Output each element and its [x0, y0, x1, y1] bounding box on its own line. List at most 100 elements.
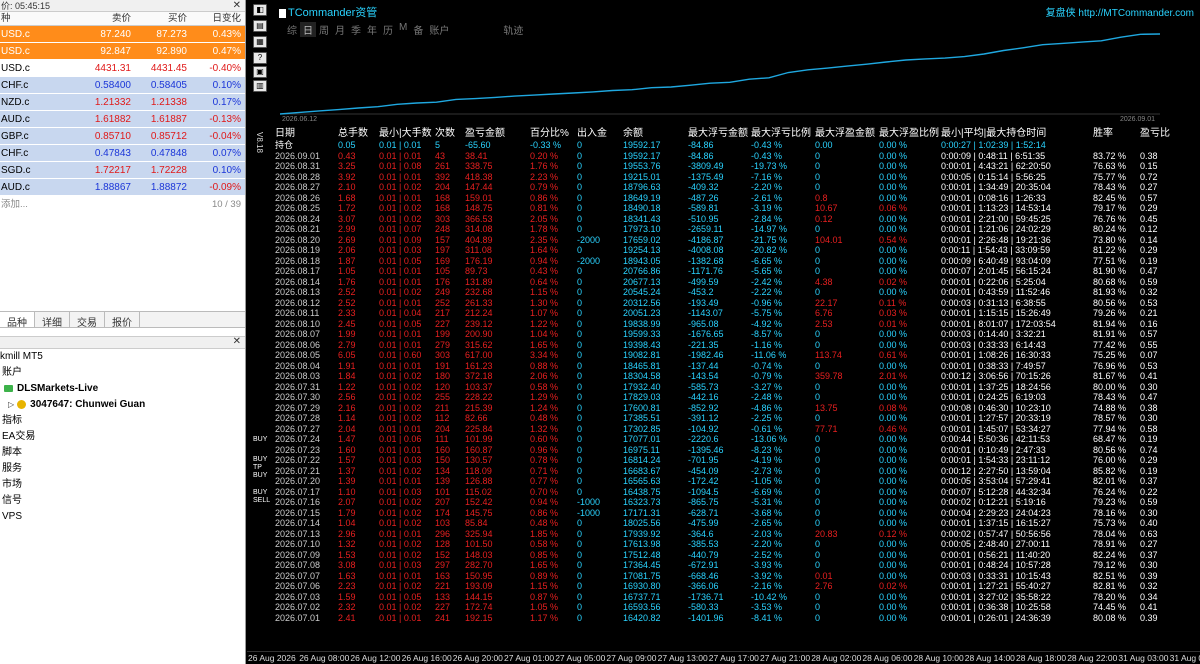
- stats-column-header[interactable]: 次数: [435, 127, 455, 140]
- symbol-row[interactable]: USD.c 92.847 92.890 0.47%: [0, 43, 245, 60]
- stats-row[interactable]: 2026.08.19 2.06 0.01 | 0.03 197 311.08 1.64 %…: [275, 245, 1200, 256]
- stats-row[interactable]: 2026.07.28 1.14 0.01 | 0.02 112 82.66 0.48 % 0…: [275, 413, 1200, 424]
- stats-row[interactable]: 2026.08.03 1.84 0.01 | 0.02 180 372.18 2.06 %…: [275, 371, 1200, 382]
- stats-row[interactable]: 2026.07.09 1.53 0.01 | 0.02 152 148.03 0.85 %…: [275, 550, 1200, 561]
- stats-row[interactable]: 2026.07.24 1.47 0.01 | 0.06 111 101.99 0.60 %…: [275, 434, 1200, 445]
- symbol-row[interactable]: GBP.c 0.85710 0.85712 -0.04%: [0, 128, 245, 145]
- stats-column-header[interactable]: 总手数: [338, 127, 368, 140]
- stats-row[interactable]: 2026.07.02 2.32 0.01 | 0.02 227 172.74 1.05 %…: [275, 602, 1200, 613]
- symbol-row[interactable]: AUD.c 1.61882 1.61887 -0.13%: [0, 111, 245, 128]
- chart-tool-icon[interactable]: ▦: [253, 36, 267, 48]
- stats-column-header[interactable]: 最大浮盈比例: [879, 127, 939, 140]
- stats-row[interactable]: 2026.08.17 1.05 0.01 | 0.01 105 89.73 0.43 % 0…: [275, 266, 1200, 277]
- stats-row[interactable]: 2026.07.10 1.32 0.01 | 0.02 128 101.50 0.58 %…: [275, 539, 1200, 550]
- stats-column-header[interactable]: 盈亏比: [1140, 127, 1170, 140]
- stats-row[interactable]: 2026.07.08 3.08 0.01 | 0.03 297 282.70 1.65 %…: [275, 560, 1200, 571]
- tab-ticks[interactable]: 报价: [105, 312, 140, 329]
- stats-row[interactable]: 2026.07.22 1.57 0.01 | 0.03 150 130.57 0.78 %…: [275, 455, 1200, 466]
- close-icon[interactable]: ✕: [233, 336, 241, 347]
- buy-sell-button[interactable]: BUY SELL: [253, 489, 273, 505]
- add-symbol-label[interactable]: 添加...: [1, 196, 28, 213]
- stats-column-header[interactable]: 百分比%: [530, 127, 569, 140]
- close-icon[interactable]: ✕: [233, 0, 241, 12]
- stats-row[interactable]: 2026.08.24 3.07 0.01 | 0.02 303 366.53 2.05 %…: [275, 214, 1200, 225]
- navigator-item[interactable]: 脚本: [0, 445, 245, 461]
- stats-column-header[interactable]: 余额: [623, 127, 643, 140]
- bid-column-header[interactable]: 卖价: [86, 12, 131, 25]
- chart-tool-icon[interactable]: ▣: [253, 66, 267, 78]
- stats-row[interactable]: 2026.09.01 0.43 0.01 | 0.01 43 38.41 0.20 % 0 1…: [275, 151, 1200, 162]
- stats-row[interactable]: 2026.07.31 1.22 0.01 | 0.02 120 103.37 0.58 %…: [275, 382, 1200, 393]
- symbol-row[interactable]: USD.c 87.240 87.273 0.43%: [0, 26, 245, 43]
- chart-tool-icon[interactable]: ◧: [253, 4, 267, 16]
- tab-details[interactable]: 详细: [35, 312, 70, 329]
- navigator-item[interactable]: kmill MT5: [0, 349, 245, 365]
- stats-row[interactable]: 2026.08.06 2.79 0.01 | 0.01 279 315.62 1.65 %…: [275, 340, 1200, 351]
- chart-tool-icon[interactable]: ▥: [253, 80, 267, 92]
- symbol-row[interactable]: NZD.c 1.21332 1.21338 0.17%: [0, 94, 245, 111]
- chart-tool-icon[interactable]: ▤: [253, 20, 267, 32]
- stats-row[interactable]: 2026.07.01 2.41 0.01 | 0.01 241 192.15 1.17 %…: [275, 613, 1200, 624]
- stats-column-header[interactable]: 最大浮亏比例: [751, 127, 811, 140]
- expand-icon[interactable]: ▷: [8, 400, 14, 409]
- stats-row[interactable]: 2026.08.18 1.87 0.01 | 0.05 169 176.19 0.94 %…: [275, 256, 1200, 267]
- stats-column-header[interactable]: 出入金: [577, 127, 607, 140]
- navigator-item[interactable]: 服务: [0, 461, 245, 477]
- stats-row[interactable]: 2026.08.20 2.69 0.01 | 0.09 157 404.89 2.35 %…: [275, 235, 1200, 246]
- change-column-header[interactable]: 日变化: [187, 12, 244, 25]
- stats-column-header[interactable]: 最大浮盈金额: [815, 127, 875, 140]
- tab-trading[interactable]: 交易: [70, 312, 105, 329]
- stats-column-header[interactable]: 盈亏金额: [465, 127, 505, 140]
- navigator-item[interactable]: 账户: [0, 365, 245, 381]
- navigator-item[interactable]: 信号: [0, 493, 245, 509]
- stats-row[interactable]: 2026.08.25 1.72 0.01 | 0.02 168 148.75 0.81 %…: [275, 203, 1200, 214]
- stats-column-header[interactable]: 胜率: [1093, 127, 1113, 140]
- chart-tool-icon[interactable]: ?: [253, 52, 267, 64]
- stats-row[interactable]: 2026.08.11 2.33 0.01 | 0.04 217 212.24 1.07 %…: [275, 308, 1200, 319]
- stats-row[interactable]: 2026.08.04 1.91 0.01 | 0.01 191 161.23 0.88 %…: [275, 361, 1200, 372]
- stats-row[interactable]: 2026.08.27 2.10 0.01 | 0.02 204 147.44 0.79 %…: [275, 182, 1200, 193]
- stats-row[interactable]: 2026.07.30 2.56 0.01 | 0.02 255 228.22 1.29 %…: [275, 392, 1200, 403]
- symbol-row[interactable]: USD.c 4431.31 4431.45 -0.40%: [0, 60, 245, 77]
- symbol-row[interactable]: CHF.c 0.58400 0.58405 0.10%: [0, 77, 245, 94]
- navigator-item[interactable]: ▷ 3047647: Chunwei Guan: [0, 397, 245, 413]
- stats-row[interactable]: 2026.07.13 2.96 0.01 | 0.01 296 325.94 1.85 %…: [275, 529, 1200, 540]
- navigator-item[interactable]: 指标: [0, 413, 245, 429]
- symbol-row[interactable]: CHF.c 0.47843 0.47848 0.07%: [0, 145, 245, 162]
- add-symbol-row[interactable]: 添加... 10 / 39: [0, 196, 245, 213]
- tab-symbols[interactable]: 品种: [0, 312, 35, 329]
- symbol-column-header[interactable]: 种: [0, 12, 86, 25]
- symbol-row[interactable]: AUD.c 1.88867 1.88872 -0.09%: [0, 179, 245, 196]
- stats-row[interactable]: 2026.07.29 2.16 0.01 | 0.02 211 215.39 1.24 %…: [275, 403, 1200, 414]
- buy-button[interactable]: BUY: [253, 436, 267, 444]
- stats-row[interactable]: 2026.08.07 1.99 0.01 | 0.01 199 200.90 1.04 %…: [275, 329, 1200, 340]
- stats-row[interactable]: 2026.07.21 1.37 0.01 | 0.02 134 118.09 0.71 %…: [275, 466, 1200, 477]
- stats-row[interactable]: 2026.08.26 1.68 0.01 | 0.01 168 159.01 0.86 %…: [275, 193, 1200, 204]
- symbol-row[interactable]: SGD.c 1.72217 1.72228 0.10%: [0, 162, 245, 179]
- stats-column-header[interactable]: 最小|大手数: [379, 127, 432, 140]
- stats-column-header[interactable]: 最小|平均|最大持仓时间: [941, 127, 1046, 140]
- stats-row[interactable]: 2026.07.16 2.07 0.01 | 0.02 207 152.42 0.94 %…: [275, 497, 1200, 508]
- stats-row[interactable]: 2026.08.10 2.45 0.01 | 0.05 227 239.12 1.22 %…: [275, 319, 1200, 330]
- stats-row[interactable]: 2026.07.17 1.10 0.01 | 0.03 101 115.02 0.70 %…: [275, 487, 1200, 498]
- stats-row[interactable]: 2026.08.12 2.52 0.01 | 0.01 252 261.33 1.30 %…: [275, 298, 1200, 309]
- chart-right-title[interactable]: 复盘侠 http://MTCommander.com: [1046, 4, 1194, 19]
- stats-row[interactable]: 2026.07.23 1.60 0.01 | 0.01 160 160.87 0.96 %…: [275, 445, 1200, 456]
- stats-row[interactable]: 2026.07.20 1.39 0.01 | 0.01 139 126.88 0.77 %…: [275, 476, 1200, 487]
- stats-row[interactable]: 2026.08.21 2.99 0.01 | 0.07 248 314.08 1.78 %…: [275, 224, 1200, 235]
- stats-row[interactable]: 2026.07.15 1.79 0.01 | 0.02 174 145.75 0.86 %…: [275, 508, 1200, 519]
- buy-tp-button[interactable]: BUY TP: [253, 456, 273, 472]
- stats-row[interactable]: 2026.07.14 1.04 0.01 | 0.02 103 85.84 0.48 % 0…: [275, 518, 1200, 529]
- navigator-item[interactable]: EA交易: [0, 429, 245, 445]
- navigator-item[interactable]: DLSMarkets-Live: [0, 381, 245, 397]
- stats-row[interactable]: 2026.08.28 3.92 0.01 | 0.01 392 418.38 2.23 %…: [275, 172, 1200, 183]
- stats-row[interactable]: 2026.07.07 1.63 0.01 | 0.01 163 150.95 0.89 %…: [275, 571, 1200, 582]
- navigator-item[interactable]: VPS: [0, 509, 245, 525]
- stats-row[interactable]: 2026.08.05 6.05 0.01 | 0.60 303 617.00 3.34 %…: [275, 350, 1200, 361]
- ask-column-header[interactable]: 买价: [131, 12, 187, 25]
- navigator-item[interactable]: 市场: [0, 477, 245, 493]
- stats-row[interactable]: 2026.08.31 3.25 0.01 | 0.08 261 338.75 1.76 %…: [275, 161, 1200, 172]
- stats-column-header[interactable]: 日期: [275, 127, 295, 140]
- stats-row[interactable]: 2026.07.27 2.04 0.01 | 0.01 204 225.84 1.32 %…: [275, 424, 1200, 435]
- stats-row[interactable]: 2026.07.03 1.59 0.01 | 0.05 133 144.15 0.87 %…: [275, 592, 1200, 603]
